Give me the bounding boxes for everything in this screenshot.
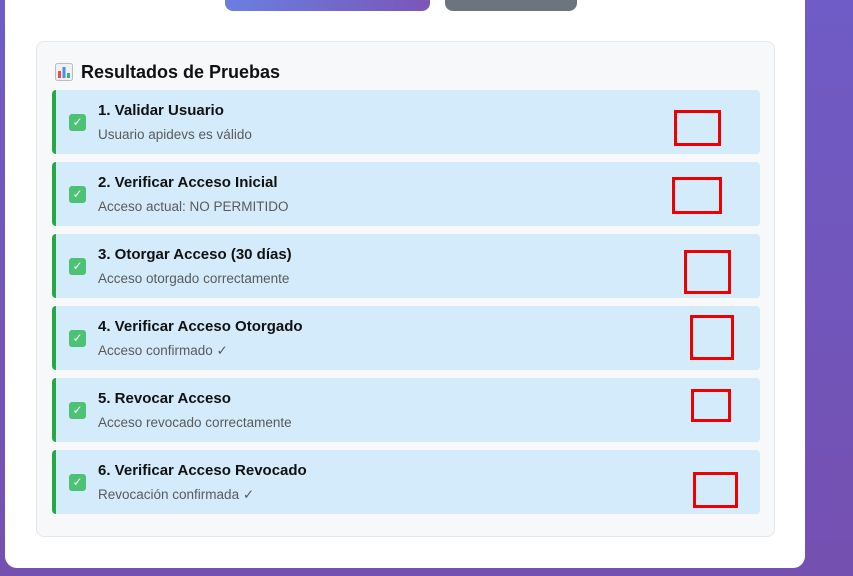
result-item-revoke-access: ✓ 5. Revocar Acceso Acceso revocado corr… [52,378,760,442]
result-item-verify-granted-access: ✓ 4. Verificar Acceso Otorgado Acceso co… [52,306,760,370]
result-detail: Acceso revocado correctamente [98,415,292,430]
result-title: 1. Validar Usuario [98,102,224,119]
result-title: 2. Verificar Acceso Inicial [98,174,278,191]
panel-title: Resultados de Pruebas [81,61,281,82]
result-detail: Acceso otorgado correctamente [98,271,290,286]
result-detail: Acceso confirmado ✓ [98,343,228,358]
check-icon: ✓ [69,258,86,275]
result-detail: Revocación confirmada ✓ [98,487,255,502]
result-title: 6. Verificar Acceso Revocado [98,462,307,479]
check-icon: ✓ [69,402,86,419]
check-icon: ✓ [69,330,86,347]
check-icon: ✓ [69,474,86,491]
panel-header: Resultados de Pruebas [55,60,280,84]
annotation-box [693,472,738,508]
check-icon: ✓ [69,186,86,203]
result-list: ✓ 1. Validar Usuario Usuario apidevs es … [52,90,760,522]
annotation-box [672,177,722,214]
annotation-box [691,389,731,422]
secondary-button[interactable] [445,0,577,11]
bar-chart-icon [55,63,73,81]
result-item-verify-initial-access: ✓ 2. Verificar Acceso Inicial Acceso act… [52,162,760,226]
result-item-grant-access: ✓ 3. Otorgar Acceso (30 días) Acceso oto… [52,234,760,298]
result-detail: Usuario apidevs es válido [98,127,252,142]
result-title: 5. Revocar Acceso [98,390,231,407]
primary-button[interactable] [225,0,430,11]
result-title: 4. Verificar Acceso Otorgado [98,318,303,335]
annotation-box [684,250,731,294]
annotation-box [690,315,734,360]
result-detail: Acceso actual: NO PERMITIDO [98,199,289,214]
result-item-validate-user: ✓ 1. Validar Usuario Usuario apidevs es … [52,90,760,154]
result-title: 3. Otorgar Acceso (30 días) [98,246,292,263]
check-icon: ✓ [69,114,86,131]
annotation-box [674,110,721,146]
results-panel: Resultados de Pruebas ✓ 1. Validar Usuar… [36,41,775,537]
result-item-verify-revoked-access: ✓ 6. Verificar Acceso Revocado Revocació… [52,450,760,514]
